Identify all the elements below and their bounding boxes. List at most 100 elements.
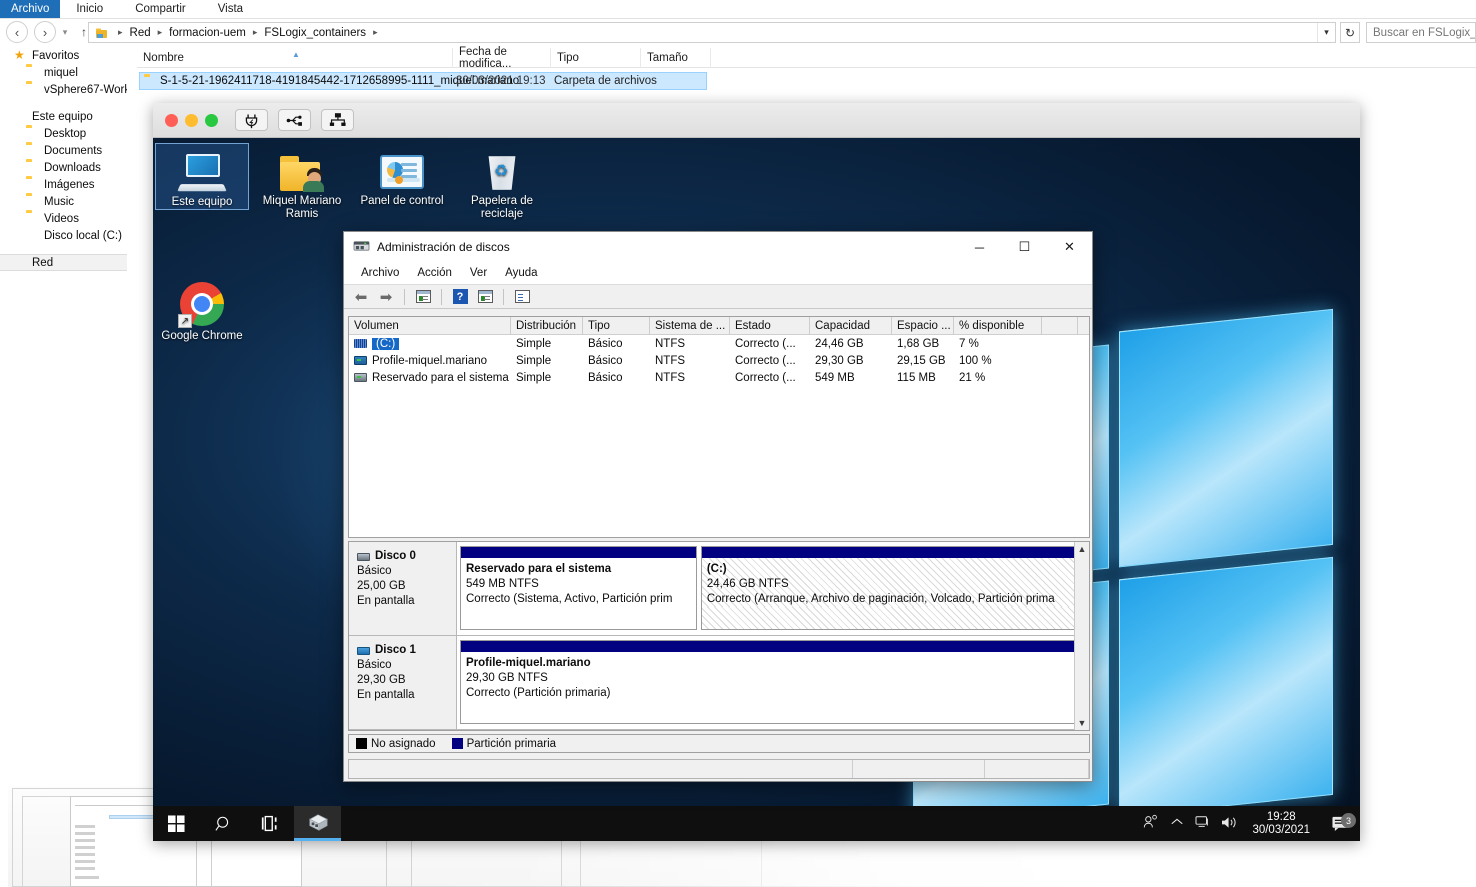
power-icon[interactable] (235, 109, 268, 131)
back-button[interactable]: ‹ (6, 21, 28, 43)
breadcrumb-fslogix-containers[interactable]: FSLogix_containers (262, 27, 368, 39)
menu-archivo[interactable]: Archivo (352, 267, 408, 279)
close-button[interactable]: ✕ (1047, 232, 1092, 262)
volume-distribucion: Simple (516, 354, 552, 367)
tab-inicio[interactable]: Inicio (60, 0, 119, 18)
taskbar: 19:28 30/03/2021 3 (153, 806, 1360, 841)
show-hidden-icons-icon[interactable] (1164, 816, 1190, 831)
column-header-fecha[interactable]: Fecha de modifica... (453, 46, 551, 70)
table-row[interactable]: S-1-5-21-1962411718-4191845442-171265899… (139, 72, 707, 90)
status-cell-main (349, 760, 854, 778)
action-center-button[interactable]: 3 (1320, 813, 1360, 832)
show-hide-action-pane-icon[interactable] (474, 286, 496, 307)
table-row[interactable]: Profile-miquel.mariano Simple Básico NTF… (349, 352, 1089, 369)
people-icon[interactable] (1138, 814, 1164, 833)
close-window-button[interactable] (165, 113, 178, 127)
this-pc-icon (14, 110, 28, 124)
desktop-icon-google-chrome[interactable]: ↗ Google Chrome (155, 278, 249, 343)
minimize-button[interactable]: ─ (957, 232, 1002, 262)
nav-favoritos-label: Favoritos (32, 49, 80, 62)
recent-locations-button[interactable]: ▾ (58, 21, 72, 43)
task-view-icon[interactable] (247, 806, 294, 841)
table-row[interactable]: (C:) Simple Básico NTFS Correcto (... 24… (349, 335, 1089, 352)
maximize-button[interactable]: ☐ (1002, 232, 1047, 262)
network-icon[interactable] (321, 109, 354, 131)
nav-item-desktop[interactable]: Desktop (0, 125, 127, 142)
maximize-window-button[interactable] (205, 113, 218, 127)
column-header-capacidad[interactable]: Capacidad (810, 317, 892, 335)
nav-red[interactable]: Red (0, 254, 127, 271)
column-header-distribucion[interactable]: Distribución (511, 317, 583, 335)
clock[interactable]: 19:28 30/03/2021 (1242, 811, 1320, 837)
nav-item-disco-local-c[interactable]: Disco local (C:) (0, 227, 127, 244)
disk-view-scrollbar[interactable]: ▲ ▼ (1074, 542, 1089, 730)
disk-info-1[interactable]: Disco 1 Básico 29,30 GB En pantalla (349, 636, 457, 729)
menu-ver[interactable]: Ver (461, 267, 496, 279)
nav-item-vsphere67-workfolders[interactable]: vSphere67-WorkFold (0, 81, 127, 98)
column-header-tipo[interactable]: Tipo (583, 317, 650, 335)
breadcrumb-red[interactable]: Red (128, 27, 153, 39)
nav-item-imagenes[interactable]: Imágenes (0, 176, 127, 193)
tab-vista[interactable]: Vista (202, 0, 259, 18)
volume-tipo: Básico (588, 337, 623, 350)
nav-favoritos[interactable]: ★ Favoritos (0, 47, 127, 64)
volume-icon[interactable] (1216, 815, 1242, 833)
show-hide-console-tree-icon[interactable] (412, 286, 434, 307)
forward-button[interactable]: › (34, 21, 56, 43)
scroll-down-icon[interactable]: ▼ (1078, 716, 1087, 730)
partition-profile-miquel-mariano[interactable]: Profile-miquel.mariano 29,30 GB NTFS Cor… (460, 640, 1086, 724)
column-header-disponible[interactable]: % disponible (954, 317, 1042, 335)
column-header-espacio[interactable]: Espacio ... (892, 317, 954, 335)
partition-c[interactable]: (C:) 24,46 GB NTFS Correcto (Arranque, A… (700, 546, 1086, 630)
minimize-window-button[interactable] (185, 113, 198, 127)
disk-row-1[interactable]: Disco 1 Básico 29,30 GB En pantalla Prof… (349, 636, 1089, 730)
address-bar[interactable]: ▸ Red ▸ formacion-uem ▸ FSLogix_containe… (88, 22, 1336, 43)
breadcrumb-formacion-uem[interactable]: formacion-uem (167, 27, 248, 39)
table-row[interactable]: Reservado para el sistema Simple Básico … (349, 369, 1089, 386)
refresh-button[interactable]: ↻ (1340, 22, 1360, 43)
properties-icon[interactable] (511, 286, 533, 307)
start-button[interactable] (153, 806, 200, 841)
disk-row-0[interactable]: Disco 0 Básico 25,00 GB En pantalla Rese… (349, 542, 1089, 636)
column-header-sistema-archivos[interactable]: Sistema de ... (650, 317, 730, 335)
disk-info-0[interactable]: Disco 0 Básico 25,00 GB En pantalla (349, 542, 457, 635)
volume-porcentaje-disponible: 7 % (959, 337, 979, 350)
legend-item-no-asignado: No asignado (356, 738, 436, 750)
desktop-icon-miquel-mariano-ramis[interactable]: Miquel Mariano Ramis (255, 143, 349, 221)
partition-status: Correcto (Partición primaria) (466, 687, 611, 699)
search-icon[interactable] (200, 806, 247, 841)
desktop-icon-papelera-de-reciclaje[interactable]: ♻ Papelera de reciclaje (455, 143, 549, 221)
volume-capacidad: 29,30 GB (815, 354, 864, 367)
toolbar-separator (441, 288, 442, 305)
usb-icon[interactable] (278, 109, 311, 131)
nav-item-downloads[interactable]: Downloads (0, 159, 127, 176)
help-icon[interactable]: ? (449, 286, 471, 307)
nav-este-equipo[interactable]: Este equipo (0, 108, 127, 125)
nav-item-music[interactable]: Music (0, 193, 127, 210)
menu-ayuda[interactable]: Ayuda (496, 267, 546, 279)
column-header-volumen[interactable]: Volumen (349, 317, 511, 335)
search-input[interactable]: Buscar en FSLogix_cont (1366, 22, 1476, 43)
nav-item-miquel[interactable]: miquel (0, 64, 127, 81)
menu-accion[interactable]: Acción (408, 267, 461, 279)
tab-compartir[interactable]: Compartir (119, 0, 201, 18)
back-icon[interactable]: ⬅ (350, 286, 372, 307)
scroll-up-icon[interactable]: ▲ (1078, 542, 1087, 556)
nav-item-documents[interactable]: Documents (0, 142, 127, 159)
column-header-tamano[interactable]: Tamaño (641, 48, 711, 68)
address-dropdown-icon[interactable]: ▾ (1317, 23, 1335, 42)
disk-management-icon[interactable] (294, 806, 341, 841)
partition-reservado-sistema[interactable]: Reservado para el sistema 549 MB NTFS Co… (460, 546, 697, 630)
network-icon[interactable] (1190, 815, 1216, 832)
volume-list[interactable]: Volumen Distribución Tipo Sistema de ...… (348, 316, 1090, 538)
tab-archivo[interactable]: Archivo (0, 0, 61, 18)
nav-item-videos[interactable]: Videos (0, 210, 127, 227)
nav-item-label: Videos (44, 212, 79, 225)
desktop-icon-este-equipo[interactable]: Este equipo (155, 143, 249, 210)
desktop-icon-panel-de-control[interactable]: Panel de control (355, 143, 449, 208)
column-header-estado[interactable]: Estado (730, 317, 810, 335)
column-header-tipo[interactable]: Tipo (551, 48, 641, 68)
volume-sistema-archivos: NTFS (655, 354, 686, 367)
forward-icon[interactable]: ➡ (375, 286, 397, 307)
graphical-disk-view[interactable]: Disco 0 Básico 25,00 GB En pantalla Rese… (348, 541, 1090, 731)
